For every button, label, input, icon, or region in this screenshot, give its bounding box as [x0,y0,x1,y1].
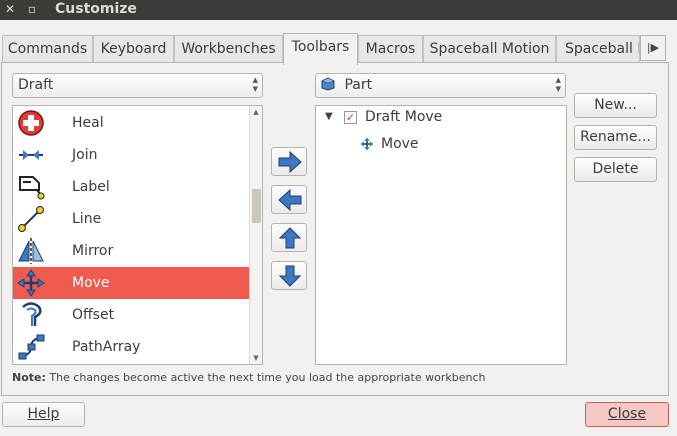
scroll-down-icon[interactable]: ▼ [250,354,262,362]
patharray-icon [18,334,45,360]
move-icon [17,269,45,297]
arrow-left-icon [278,189,302,211]
tab-scroll-right-icon[interactable]: |▶ [640,35,666,61]
expand-triangle-icon[interactable]: ▼ [325,111,333,122]
combo-arrows-icon: ▲ ▼ [555,76,561,93]
note-body: The changes become active the next time … [49,371,486,384]
tab-toolbars[interactable]: Toolbars [283,33,358,65]
commands-list[interactable]: Heal Join Label Line Mirror Move Offset … [12,105,263,365]
list-item-label: Move [72,275,110,291]
join-icon [19,150,43,160]
list-item[interactable]: Mirror [13,235,249,267]
scroll-up-icon[interactable]: ▲ [250,108,262,116]
tab-macros[interactable]: Macros [358,35,423,63]
tab-workbenches[interactable]: Workbenches [174,35,283,63]
restore-window-icon[interactable]: ▫ [25,2,39,16]
arrow-right-icon [278,151,302,173]
list-item-label: Label [72,179,110,195]
tree-toolbar-name[interactable]: Draft Move [365,106,442,131]
offset-icon [22,302,42,326]
remove-from-toolbar-button[interactable] [271,185,307,214]
close-button[interactable]: Close [585,402,669,427]
close-window-icon[interactable]: ✕ [3,2,17,16]
toolbar-tree[interactable]: ▼ ✓ Draft Move Move [315,105,567,365]
list-item[interactable]: Label [13,171,249,203]
workbench-combo-value: Draft [18,77,54,93]
list-item-label: PathArray [72,339,141,355]
scrollbar-thumb[interactable] [252,189,261,223]
list-item[interactable]: Join [13,139,249,171]
tab-keyboard[interactable]: Keyboard [93,35,174,63]
tab-commands[interactable]: Commands [2,35,93,63]
tab-spaceball-buttons[interactable]: Spaceball B [556,35,640,63]
list-item-label: Heal [72,115,104,131]
help-button[interactable]: Help [2,402,85,427]
tree-command-item[interactable]: Move [381,131,419,158]
rename-toolbar-button[interactable]: Rename... [574,125,657,150]
list-item[interactable]: Line [13,203,249,235]
toolbar-checkbox[interactable]: ✓ [344,111,357,124]
part-cube-icon [321,77,335,91]
list-item-label: Line [72,211,102,227]
arrow-down-icon [278,265,302,287]
list-item[interactable]: Heal [13,107,249,139]
note-text: Note: The changes become active the next… [12,371,485,384]
combo-arrows-icon: ▲ ▼ [252,76,258,93]
arrow-up-icon [278,227,302,249]
label-icon [19,176,45,200]
workbench-combo[interactable]: Draft ▲ ▼ [12,73,263,98]
list-item-label: Join [72,147,98,163]
move-down-button[interactable] [271,261,307,290]
list-item[interactable]: Offset [13,299,249,331]
note-prefix: Note: [12,371,46,384]
new-toolbar-button[interactable]: New... [574,93,657,118]
delete-toolbar-button[interactable]: Delete [574,157,657,182]
list-item-selected[interactable]: Move [13,267,249,299]
add-to-toolbar-button[interactable] [271,147,307,176]
commands-scrollbar[interactable]: ▲ ▼ [249,106,262,364]
list-item-label: Mirror [72,243,114,259]
list-item[interactable]: PathArray [13,331,249,363]
line-icon [18,206,44,232]
tab-bar: Commands Keyboard Workbenches Toolbars M… [0,33,677,65]
tab-spaceball-motion[interactable]: Spaceball Motion [423,35,556,63]
move-icon [360,137,374,151]
toolbar-combo-value: Part [344,77,373,93]
toolbar-combo[interactable]: Part ▲ ▼ [315,73,566,98]
window-title: Customize [55,1,137,17]
heal-icon [18,110,44,136]
move-up-button[interactable] [271,223,307,252]
mirror-icon [18,238,44,264]
title-bar: ✕ ▫ Customize [0,0,677,20]
list-item-label: Offset [72,307,115,323]
